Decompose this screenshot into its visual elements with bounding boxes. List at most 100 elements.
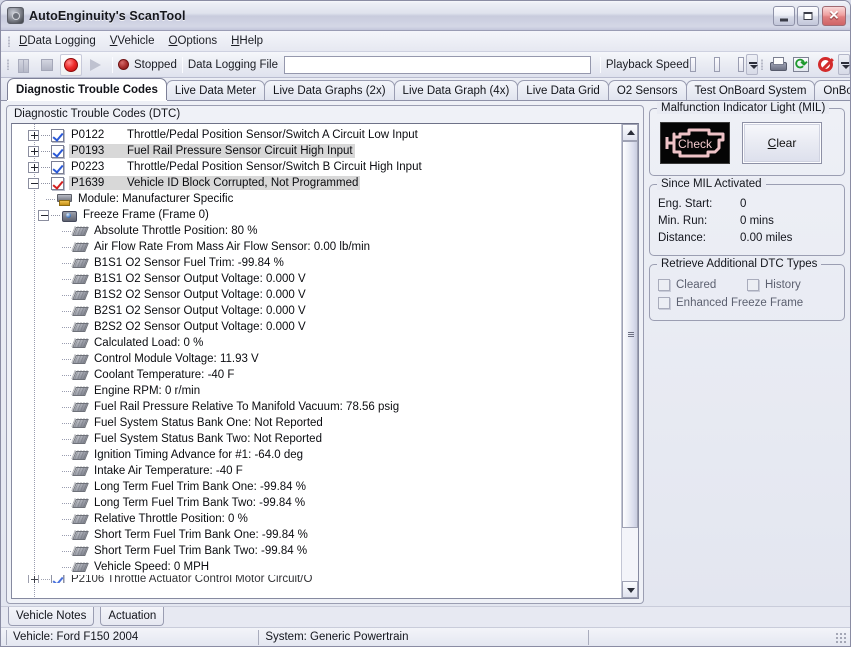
tree-connector bbox=[62, 278, 71, 280]
tab-test-onboard-system[interactable]: Test OnBoard System bbox=[685, 80, 816, 100]
toolbar2-drag-handle[interactable] bbox=[758, 57, 765, 72]
freeze-frame-parameter-row[interactable]: Engine RPM: 0 r/min bbox=[12, 383, 621, 399]
print-button[interactable] bbox=[766, 54, 788, 76]
playback-speed-slider[interactable] bbox=[690, 56, 744, 73]
collapse-icon[interactable] bbox=[28, 177, 39, 189]
play-button[interactable] bbox=[84, 54, 106, 76]
toolbar2-overflow-button[interactable] bbox=[838, 54, 850, 75]
maximize-button[interactable] bbox=[797, 5, 819, 26]
dtc-row-partial-next[interactable]: P2106 Throttle Actuator Control Motor Ci… bbox=[12, 575, 621, 583]
minimize-button[interactable] bbox=[773, 5, 795, 26]
pause-button[interactable] bbox=[12, 54, 34, 76]
cancel-button[interactable] bbox=[814, 54, 836, 76]
dtc-checkbox[interactable] bbox=[51, 176, 64, 190]
freeze-frame-parameter-row[interactable]: Short Term Fuel Trim Bank One: -99.84 % bbox=[12, 527, 621, 543]
toolbar-overflow-button[interactable] bbox=[746, 54, 758, 75]
close-button[interactable]: ✕ bbox=[822, 5, 846, 26]
menu-item-data-logging[interactable]: DData Logging bbox=[12, 32, 103, 50]
bottom-tab-strip: Vehicle Notes Actuation bbox=[1, 606, 850, 627]
freeze-frame-parameter-row[interactable]: Control Module Voltage: 11.93 V bbox=[12, 351, 621, 367]
tab-o2-sensors[interactable]: O2 Sensors bbox=[607, 80, 687, 100]
parameter-label: Fuel System Status Bank Two: Not Reporte… bbox=[94, 433, 322, 445]
freeze-frame-parameter-row[interactable]: B1S2 O2 Sensor Output Voltage: 0.000 V bbox=[12, 287, 621, 303]
freeze-frame-parameter-row[interactable]: Ignition Timing Advance for #1: -64.0 de… bbox=[12, 447, 621, 463]
toolbar-separator-3 bbox=[599, 56, 601, 73]
freeze-frame-parameter-row[interactable]: Long Term Fuel Trim Bank Two: -99.84 % bbox=[12, 495, 621, 511]
dtc-row-label: P0193 Fuel Rail Pressure Sensor Circuit H… bbox=[69, 144, 355, 158]
dtc-row-p0223[interactable]: P0223 Throttle/Pedal Position Sensor/Swit… bbox=[12, 159, 621, 175]
freeze-frame-parameter-row[interactable]: B1S1 O2 Sensor Fuel Trim: -99.84 % bbox=[12, 255, 621, 271]
freeze-frame-parameter-row[interactable]: B2S1 O2 Sensor Output Voltage: 0.000 V bbox=[12, 303, 621, 319]
data-logging-file-input[interactable] bbox=[284, 55, 591, 74]
title-bar: AutoEnginuity's ScanTool ✕ bbox=[1, 1, 850, 31]
freeze-frame-parameter-row[interactable]: Air Flow Rate From Mass Air Flow Sensor:… bbox=[12, 239, 621, 255]
tab-label: OnBoard bbox=[823, 84, 850, 97]
dtc-checkbox[interactable] bbox=[51, 128, 64, 142]
freeze-frame-parameter-row[interactable]: B2S2 O2 Sensor Output Voltage: 0.000 V bbox=[12, 319, 621, 335]
dtc-tree[interactable]: P0122 Throttle/Pedal Position Sensor/Swit… bbox=[12, 124, 621, 598]
scroll-down-button[interactable] bbox=[622, 581, 638, 598]
refresh-icon bbox=[793, 55, 809, 73]
menu-item-vehicle[interactable]: VVehicle bbox=[103, 32, 162, 50]
stop-button[interactable] bbox=[36, 54, 58, 76]
freeze-frame-parameter-row[interactable]: Relative Throttle Position: 0 % bbox=[12, 511, 621, 527]
expand-icon[interactable] bbox=[28, 575, 39, 583]
toolbar-drag-handle[interactable] bbox=[4, 57, 11, 72]
record-button[interactable] bbox=[60, 53, 82, 76]
application-window: AutoEnginuity's ScanTool ✕ DData Logging… bbox=[0, 0, 851, 647]
freeze-frame-parameter-row[interactable]: Calculated Load: 0 % bbox=[12, 335, 621, 351]
freeze-frame-parameter-row[interactable]: Intake Air Temperature: -40 F bbox=[12, 463, 621, 479]
dtc-checkbox[interactable] bbox=[51, 575, 64, 583]
menu-item-help[interactable]: HHelp bbox=[224, 32, 270, 50]
collapse-icon[interactable] bbox=[38, 209, 49, 221]
checkbox-history[interactable]: History bbox=[747, 276, 836, 294]
tab-actuation[interactable]: Actuation bbox=[100, 607, 165, 626]
scrollbar-thumb[interactable] bbox=[622, 141, 638, 529]
tree-connector bbox=[62, 230, 71, 232]
freeze-frame-parameter-row[interactable]: Fuel System Status Bank Two: Not Reporte… bbox=[12, 431, 621, 447]
tab-live-data-meter[interactable]: Live Data Meter bbox=[165, 80, 266, 100]
freeze-frame-parameter-row[interactable]: Fuel Rail Pressure Relative To Manifold … bbox=[12, 399, 621, 415]
freeze-frame-row[interactable]: Freeze Frame (Frame 0) bbox=[12, 207, 621, 223]
dtc-module-row[interactable]: Module: Manufacturer Specific bbox=[12, 191, 621, 207]
freeze-frame-parameter-row[interactable]: Vehicle Speed: 0 MPH bbox=[12, 559, 621, 575]
menu-item-options[interactable]: OOptions bbox=[162, 32, 225, 50]
status-vehicle: Vehicle: Ford F150 2004 bbox=[6, 629, 138, 645]
clear-dtc-button[interactable]: Clear bbox=[742, 122, 822, 164]
checkbox-cleared[interactable]: Cleared bbox=[658, 276, 747, 294]
tab-diagnostic-trouble-codes[interactable]: Diagnostic Trouble Codes bbox=[7, 78, 167, 100]
tree-connector bbox=[62, 342, 71, 344]
dtc-row-p0193[interactable]: P0193 Fuel Rail Pressure Sensor Circuit H… bbox=[12, 143, 621, 159]
tab-live-data-graph-4x[interactable]: Live Data Graph (4x) bbox=[393, 80, 519, 100]
tab-live-data-grid[interactable]: Live Data Grid bbox=[517, 80, 609, 100]
freeze-frame-parameter-row[interactable]: Absolute Throttle Position: 80 % bbox=[12, 223, 621, 239]
freeze-frame-parameter-row[interactable]: B1S1 O2 Sensor Output Voltage: 0.000 V bbox=[12, 271, 621, 287]
refresh-button[interactable] bbox=[790, 54, 812, 76]
dtc-checkbox[interactable] bbox=[51, 160, 64, 174]
checkbox-enhanced-freeze-frame[interactable]: Enhanced Freeze Frame bbox=[658, 294, 836, 312]
dtc-tree-scrollbar[interactable] bbox=[621, 124, 638, 598]
parameter-label: B1S1 O2 Sensor Fuel Trim: -99.84 % bbox=[94, 257, 284, 269]
expand-icon[interactable] bbox=[28, 145, 39, 157]
dtc-row-p0122[interactable]: P0122 Throttle/Pedal Position Sensor/Swit… bbox=[12, 127, 621, 143]
menu-drag-handle[interactable] bbox=[5, 34, 12, 49]
resize-grip-icon[interactable] bbox=[833, 630, 847, 644]
scrollbar-track[interactable] bbox=[622, 141, 638, 581]
freeze-frame-parameter-row[interactable]: Short Term Fuel Trim Bank Two: -99.84 % bbox=[12, 543, 621, 559]
tab-onboard[interactable]: OnBoard bbox=[814, 80, 850, 100]
min-run-label: Min. Run: bbox=[658, 215, 708, 227]
dtc-row-p1639[interactable]: P1639 Vehicle ID Block Corrupted, Not Pro… bbox=[12, 175, 621, 191]
expand-icon[interactable] bbox=[28, 161, 39, 173]
freeze-frame-parameter-row[interactable]: Fuel System Status Bank One: Not Reporte… bbox=[12, 415, 621, 431]
chip-icon bbox=[72, 512, 88, 526]
tab-live-data-graphs-2x[interactable]: Live Data Graphs (2x) bbox=[264, 80, 395, 100]
chip-icon bbox=[72, 256, 88, 270]
min-run-value: 0 mins bbox=[740, 215, 774, 227]
retrieve-row-1: Cleared History bbox=[658, 276, 836, 294]
freeze-frame-parameter-row[interactable]: Coolant Temperature: -40 F bbox=[12, 367, 621, 383]
expand-icon[interactable] bbox=[28, 129, 39, 141]
scroll-up-button[interactable] bbox=[622, 124, 638, 141]
dtc-checkbox[interactable] bbox=[51, 144, 64, 158]
tab-vehicle-notes[interactable]: Vehicle Notes bbox=[8, 607, 95, 626]
freeze-frame-parameter-row[interactable]: Long Term Fuel Trim Bank One: -99.84 % bbox=[12, 479, 621, 495]
